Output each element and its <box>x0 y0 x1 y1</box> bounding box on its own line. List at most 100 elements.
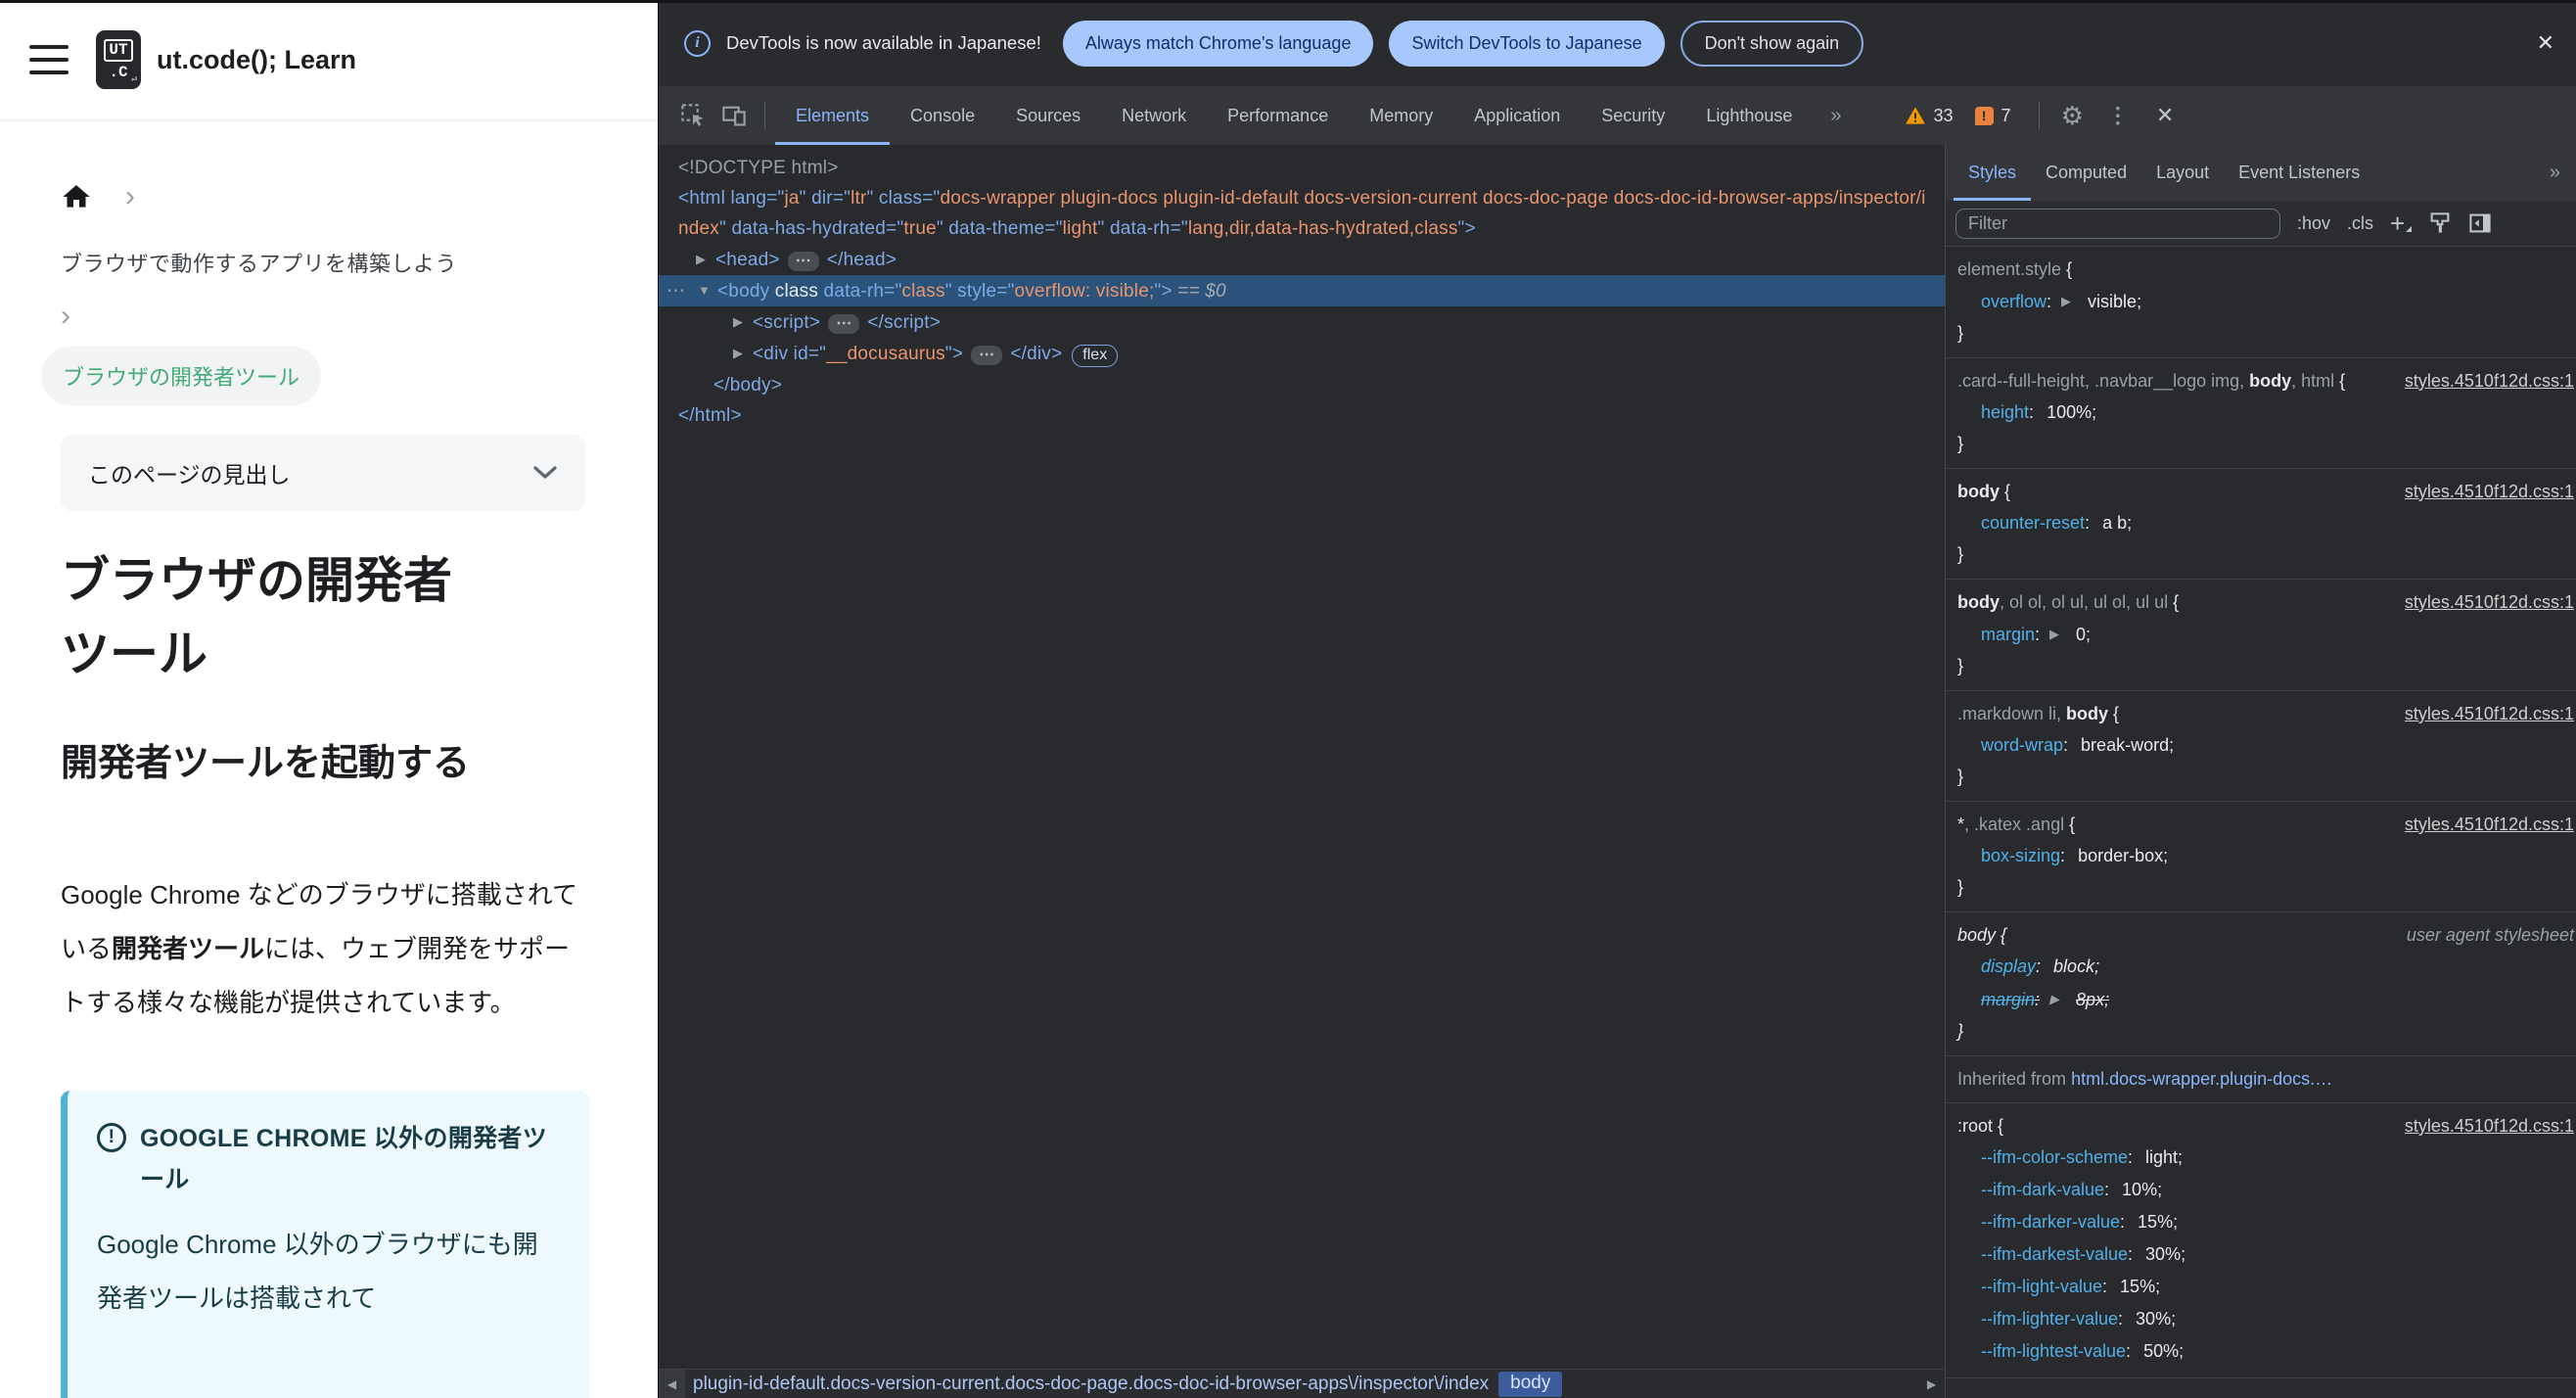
styles-rules: element.style {overflow: ▶ visible;} .card-… <box>1946 247 2576 1398</box>
expand-ellipsis-icon[interactable]: ⋯ <box>828 314 860 334</box>
breadcrumb-scroll-right-icon[interactable]: ▶ <box>1918 1370 1945 1398</box>
css-rule: .card--full-height, .navbar__logo img, b… <box>1946 358 2576 469</box>
menu-hamburger-icon[interactable] <box>29 45 69 74</box>
stylesheet-link[interactable]: styles.4510f12d.css:1 <box>2405 476 2574 507</box>
dom-tree-node[interactable]: </html> <box>659 400 1945 431</box>
css-declaration[interactable]: counter-reset: a b; <box>1946 507 2576 539</box>
css-selector[interactable]: body { <box>1957 919 2399 951</box>
css-declaration[interactable]: --ifm-light-value: 15%; <box>1946 1271 2576 1303</box>
expand-arrow-icon[interactable]: ▶ <box>696 244 715 274</box>
css-declaration[interactable]: height: 100%; <box>1946 396 2576 429</box>
css-selector[interactable]: body, ol ol, ol ul, ul ol, ul ul { <box>1957 586 2397 618</box>
more-tabs-icon[interactable]: » <box>1813 105 1861 127</box>
breadcrumb-current[interactable]: ブラウザの開発者ツール <box>41 347 322 405</box>
tab-security[interactable]: Security <box>1581 86 1685 145</box>
css-declaration[interactable]: margin: ▶ 8px; <box>1946 983 2576 1016</box>
stylesheet-link[interactable]: styles.4510f12d.css:1 <box>2405 586 2574 618</box>
css-selector[interactable]: element.style { <box>1957 254 2574 285</box>
dom-tree-node-selected[interactable]: ⋯ ▼ <body class data-rh="class" style="ove… <box>659 275 1945 306</box>
breadcrumb-item[interactable]: ブラウザで動作するアプリを構築しよう <box>61 247 658 278</box>
css-declaration[interactable]: margin: ▶ 0; <box>1946 618 2576 651</box>
devtools-close-icon[interactable]: ✕ <box>2140 103 2189 128</box>
tab-elements[interactable]: Elements <box>775 86 891 145</box>
css-selector[interactable]: .markdown li, body { <box>1957 698 2397 729</box>
expand-arrow-icon[interactable]: ▶ <box>2049 627 2059 641</box>
dom-tree-node[interactable]: <html lang="ja" dir="ltr" class="docs-wr… <box>659 183 1945 244</box>
stylesheet-link[interactable]: styles.4510f12d.css:1 <box>2405 365 2574 396</box>
css-declaration[interactable]: overflow: ▶ visible; <box>1946 285 2576 318</box>
settings-gear-icon[interactable]: ⚙ <box>2049 101 2095 131</box>
expand-arrow-icon[interactable]: ▶ <box>2049 992 2059 1006</box>
toggle-classes[interactable]: .cls <box>2347 213 2373 234</box>
tab-sources[interactable]: Sources <box>995 86 1101 145</box>
css-declaration[interactable]: box-sizing: border-box; <box>1946 840 2576 872</box>
brush-icon[interactable] <box>2428 211 2452 235</box>
tab-computed[interactable]: Computed <box>2031 145 2141 201</box>
css-declaration[interactable]: display: block; <box>1946 951 2576 983</box>
inspect-element-icon[interactable] <box>672 95 713 136</box>
css-declaration[interactable]: --ifm-dark-value: 10%; <box>1946 1174 2576 1206</box>
toc-collapsible[interactable]: このページの見出し <box>61 435 585 511</box>
tab-network[interactable]: Network <box>1101 86 1207 145</box>
infobar-close-icon[interactable]: ✕ <box>2537 30 2554 56</box>
tab-styles[interactable]: Styles <box>1954 145 2032 201</box>
css-selector[interactable]: body { <box>1957 476 2397 507</box>
doc-content: › ブラウザで動作するアプリを構築しよう › ブラウザの開発者ツール このページ… <box>0 182 658 1398</box>
device-toolbar-icon[interactable] <box>713 95 755 136</box>
css-selector[interactable]: *, .katex .angl { <box>1957 809 2397 840</box>
dom-tree-node[interactable]: <!DOCTYPE html> <box>659 153 1945 183</box>
css-declaration[interactable]: --ifm-color-scheme: light; <box>1946 1142 2576 1174</box>
sidebar-toggle-icon[interactable] <box>2468 211 2492 235</box>
stylesheet-link[interactable]: styles.4510f12d.css:1 <box>2405 809 2574 840</box>
dom-breadcrumb-active[interactable]: body <box>1498 1371 1563 1397</box>
dom-tree-node[interactable]: ▶ <script> ⋯ </script> <box>659 306 1945 338</box>
expand-arrow-icon[interactable]: ▶ <box>2061 294 2071 308</box>
inherited-from-header: Inherited from html.docs-wrapper.plugin-… <box>1946 1056 2576 1103</box>
admonition-title: GOOGLE CHROME 以外の開発者ツール <box>140 1125 548 1193</box>
expand-arrow-icon[interactable]: ▶ <box>733 306 753 337</box>
css-declaration[interactable]: word-wrap: break-word; <box>1946 729 2576 762</box>
expand-ellipsis-icon[interactable]: ⋯ <box>971 346 1003 365</box>
expand-arrow-icon[interactable]: ▼ <box>698 275 717 305</box>
section-heading: 開発者ツールを起動する <box>61 743 471 784</box>
inherited-node-link[interactable]: html.docs-wrapper.plugin-docs.… <box>2071 1069 2332 1089</box>
tab-console[interactable]: Console <box>890 86 995 145</box>
dom-tree-node[interactable]: ▶ <div id="__docusaurus"> ⋯ </div> flex <box>659 338 1945 370</box>
home-icon[interactable] <box>61 182 92 211</box>
flex-adorner-badge[interactable]: flex <box>1072 345 1119 367</box>
dom-tree-node[interactable]: ▶ <head> ⋯ </head> <box>659 244 1945 275</box>
expand-ellipsis-icon[interactable]: ⋯ <box>787 252 819 271</box>
dom-tree-node[interactable]: </body> <box>659 370 1945 400</box>
css-declaration[interactable]: --ifm-darkest-value: 30%; <box>1946 1238 2576 1271</box>
toggle-hover-state[interactable]: :hov <box>2297 213 2330 234</box>
css-declaration[interactable]: --ifm-lighter-value: 30%; <box>1946 1303 2576 1335</box>
switch-devtools-japanese-button[interactable]: Switch DevTools to Japanese <box>1389 20 1665 67</box>
css-rule-close-brace: } <box>1957 767 1964 786</box>
tab-memory[interactable]: Memory <box>1349 86 1453 145</box>
tab-event-listeners[interactable]: Event Listeners <box>2224 145 2374 201</box>
dont-show-again-button[interactable]: Don't show again <box>1679 20 1864 67</box>
site-title[interactable]: ut.code(); Learn <box>157 45 356 75</box>
expand-arrow-icon[interactable]: ▶ <box>733 338 753 368</box>
css-declaration[interactable]: --ifm-lightest-value: 50%; <box>1946 1335 2576 1368</box>
new-style-rule-icon[interactable]: + <box>2390 210 2413 236</box>
tab-lighthouse[interactable]: Lighthouse <box>1685 86 1813 145</box>
warnings-badge[interactable]: 33 ! 7 <box>1905 106 2011 126</box>
kebab-menu-icon[interactable]: ⋮ <box>2095 103 2140 128</box>
css-selector[interactable]: .card--full-height, .navbar__logo img, b… <box>1957 365 2397 396</box>
stylesheet-link[interactable]: styles.4510f12d.css:1 <box>2405 1110 2574 1142</box>
tab-application[interactable]: Application <box>1453 86 1581 145</box>
tab-performance[interactable]: Performance <box>1207 86 1349 145</box>
site-logo[interactable]: UT .C ⏎ <box>96 30 141 89</box>
breadcrumb-scroll-left-icon[interactable]: ◀ <box>659 1370 685 1398</box>
css-declaration[interactable]: --ifm-darker-value: 15%; <box>1946 1206 2576 1238</box>
stylesheet-link[interactable]: styles.4510f12d.css:1 <box>2405 698 2574 729</box>
dom-breadcrumb-path[interactable]: plugin-id-default.docs-version-current.d… <box>693 1374 1489 1395</box>
css-selector[interactable]: :root { <box>1957 1110 2397 1142</box>
more-sidebar-tabs-icon[interactable]: » <box>2550 162 2562 184</box>
tab-layout[interactable]: Layout <box>2141 145 2224 201</box>
styles-filter-input[interactable] <box>1955 208 2280 239</box>
info-icon: i <box>684 29 711 57</box>
always-match-language-button[interactable]: Always match Chrome's language <box>1062 20 1374 67</box>
css-rule-close-brace: } <box>1957 877 1964 897</box>
